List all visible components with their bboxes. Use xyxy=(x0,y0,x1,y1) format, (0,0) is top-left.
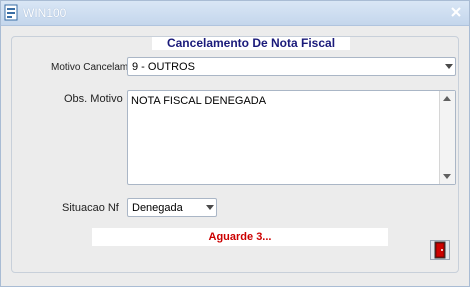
scroll-down-icon[interactable] xyxy=(443,174,451,179)
motivo-select[interactable]: 9 - OUTROS xyxy=(127,57,456,76)
scroll-up-icon[interactable] xyxy=(443,96,451,101)
motivo-value: 9 - OUTROS xyxy=(132,61,195,73)
situacao-label: Situacao Nf xyxy=(62,202,119,214)
motivo-label: Motivo Cancelamento xyxy=(51,62,127,73)
app-window: WIN100 Cancelamento De Nota Fiscal Motiv… xyxy=(0,0,470,287)
situacao-select[interactable]: Denegada xyxy=(127,198,217,217)
chevron-down-icon[interactable] xyxy=(445,64,453,69)
title-bar[interactable]: WIN100 xyxy=(1,1,469,26)
obs-label: Obs. Motivo xyxy=(64,93,123,105)
close-icon[interactable] xyxy=(449,5,463,19)
obs-textarea[interactable]: NOTA FISCAL DENEGADA xyxy=(127,90,456,185)
exit-button[interactable] xyxy=(430,240,450,260)
chevron-down-icon[interactable] xyxy=(206,205,214,210)
window-app-icon xyxy=(4,4,20,22)
status-message: Aguarde 3... xyxy=(92,228,388,246)
textarea-scrollbar[interactable] xyxy=(439,91,455,184)
situacao-value: Denegada xyxy=(132,202,183,214)
form-title: Cancelamento De Nota Fiscal xyxy=(152,37,350,50)
window-title: WIN100 xyxy=(23,6,67,20)
form-panel: Cancelamento De Nota Fiscal Motivo Cance… xyxy=(11,36,459,273)
obs-value: NOTA FISCAL DENEGADA xyxy=(131,95,267,107)
exit-door-icon xyxy=(434,241,446,259)
